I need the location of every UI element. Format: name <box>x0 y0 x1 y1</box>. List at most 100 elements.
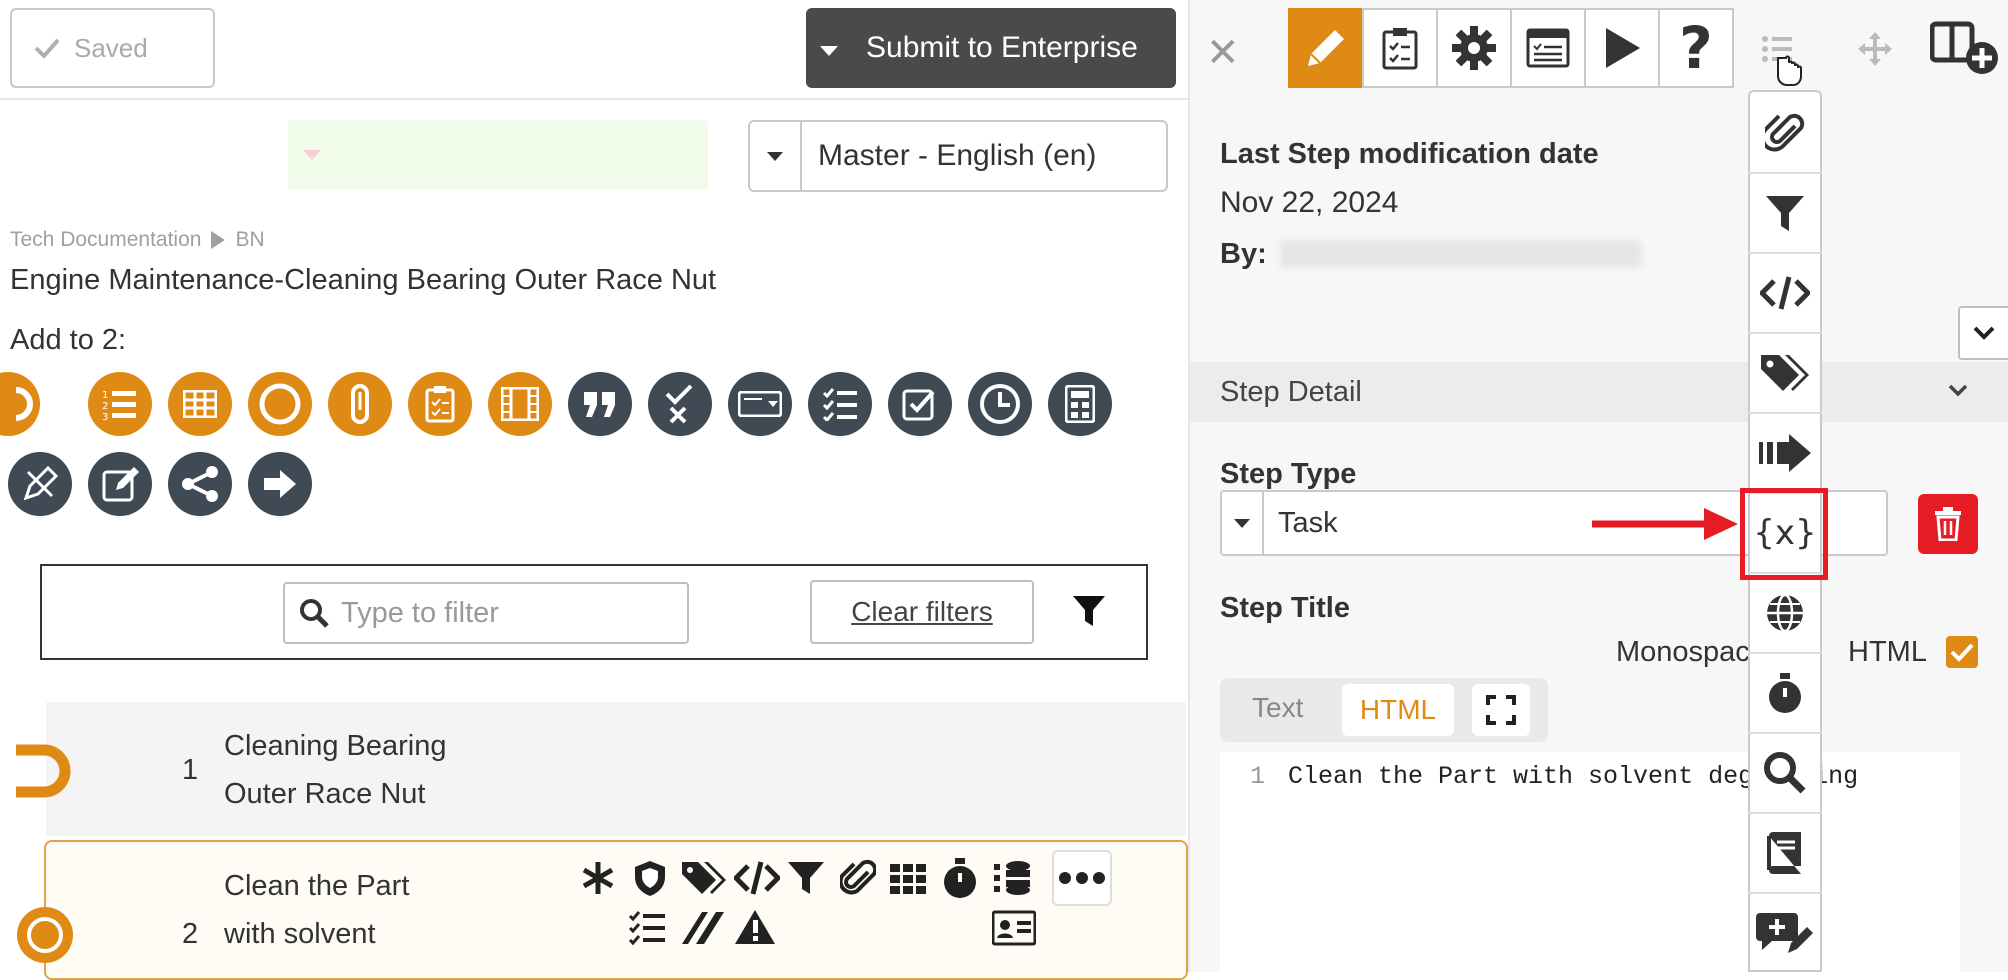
saved-button[interactable]: Saved <box>10 8 215 88</box>
branch-share-icon[interactable] <box>168 452 232 516</box>
checklist-clipboard-button[interactable] <box>1362 8 1438 88</box>
menu-item-book[interactable] <box>1748 814 1822 894</box>
play-button[interactable] <box>1584 8 1660 88</box>
step-half-circle-icon <box>14 740 76 802</box>
highlight-box <box>1740 488 1828 580</box>
table-icon[interactable] <box>168 372 232 436</box>
quote-icon[interactable] <box>568 372 632 436</box>
numbered-list-icon[interactable]: 123 <box>88 372 152 436</box>
menu-item-search[interactable] <box>1748 734 1822 814</box>
play-icon <box>1606 28 1640 68</box>
help-button[interactable]: ? <box>1658 8 1734 88</box>
section-title: Step Detail <box>1220 375 1362 408</box>
step-detail-header[interactable]: Step Detail <box>1190 362 2008 422</box>
warning-icon[interactable] <box>734 908 776 946</box>
clock-icon[interactable] <box>968 372 1032 436</box>
menu-item-timer[interactable] <box>1748 654 1822 734</box>
checkmark-icon <box>1950 643 1974 662</box>
stopwatch-icon[interactable] <box>940 856 980 900</box>
menu-item-attachment[interactable] <box>1748 94 1822 174</box>
book-icon <box>1767 832 1801 874</box>
menu-item-tags[interactable] <box>1748 334 1822 414</box>
breadcrumb-separator-icon <box>211 231 226 249</box>
pencil-icon <box>1308 30 1344 66</box>
dropdown-field-icon[interactable] <box>728 372 792 436</box>
search-icon <box>299 598 329 628</box>
edit-note-icon[interactable] <box>88 452 152 516</box>
submit-to-enterprise-button[interactable]: Submit to Enterprise <box>806 8 1176 88</box>
breadcrumb-parent[interactable]: Tech Documentation <box>10 228 201 252</box>
line-number: 1 <box>1250 762 1266 791</box>
tab-html[interactable]: HTML <box>1342 684 1454 736</box>
last-mod-date: Nov 22, 2024 <box>1220 186 1399 219</box>
database-list-icon[interactable] <box>992 858 1032 898</box>
step-title-label: Step Title <box>1220 592 1350 624</box>
pencil-ruler-icon[interactable] <box>8 452 72 516</box>
filter-input[interactable]: Type to filter <box>283 582 689 644</box>
id-card-icon[interactable] <box>992 910 1036 946</box>
monospace-label: Monospace <box>1616 636 1766 668</box>
document-view-button[interactable] <box>1510 8 1586 88</box>
step-number: 2 <box>182 918 199 950</box>
step-row[interactable] <box>46 702 1186 836</box>
language-select[interactable]: Master - English (en) <box>748 120 1168 192</box>
paperclip-icon <box>1765 113 1805 152</box>
step-half-circle-icon[interactable] <box>0 372 40 436</box>
chevron-down-icon[interactable] <box>1948 384 1968 398</box>
shield-icon[interactable] <box>630 858 670 898</box>
panel-toolbar: ? <box>1288 8 1734 88</box>
panel-divider[interactable] <box>1188 0 1190 972</box>
task-list-icon[interactable] <box>808 372 872 436</box>
more-dots-icon <box>1059 872 1105 884</box>
breadcrumb-child[interactable]: BN <box>235 228 264 252</box>
search-icon <box>1764 752 1806 794</box>
filter-placeholder: Type to filter <box>341 596 499 629</box>
clear-filters-button[interactable]: Clear filters <box>810 580 1034 644</box>
filter-icon[interactable] <box>786 858 826 898</box>
menu-item-filter[interactable] <box>1748 174 1822 254</box>
check-cross-icon[interactable] <box>648 372 712 436</box>
code-icon[interactable] <box>734 858 780 898</box>
svg-text:1: 1 <box>102 390 108 401</box>
circle-icon[interactable] <box>248 372 312 436</box>
delete-step-button[interactable] <box>1918 494 1978 554</box>
paperclip-icon[interactable] <box>840 858 876 898</box>
paperclip-link-icon[interactable] <box>328 372 392 436</box>
menu-item-add-comment[interactable] <box>1748 894 1822 974</box>
status-select[interactable] <box>288 120 708 190</box>
step-number: 1 <box>182 754 199 786</box>
add-panel-layout-icon[interactable] <box>1930 16 2002 78</box>
list-menu-icon[interactable] <box>1760 34 1806 88</box>
checkbox-icon[interactable] <box>888 372 952 436</box>
menu-item-next-arrow[interactable] <box>1748 414 1822 494</box>
menu-item-code[interactable] <box>1748 254 1822 334</box>
close-icon[interactable]: ✕ <box>1206 30 1240 76</box>
collapse-toggle-button[interactable] <box>1958 306 2008 360</box>
tags-icon[interactable] <box>680 858 726 898</box>
edit-pencil-button[interactable] <box>1288 8 1364 88</box>
filter-icon <box>1766 196 1804 231</box>
document-title: Engine Maintenance-Cleaning Bearing Oute… <box>10 264 717 296</box>
asterisk-icon[interactable] <box>578 858 618 898</box>
fullscreen-button[interactable] <box>1472 684 1530 736</box>
more-options-button[interactable] <box>1052 850 1112 906</box>
step-title: Clean the Part with solvent <box>224 870 410 950</box>
arrow-right-icon[interactable] <box>248 452 312 516</box>
chevron-down-icon <box>1973 326 1995 340</box>
menu-item-globe[interactable] <box>1748 574 1822 654</box>
checklist-clipboard-icon[interactable] <box>408 372 472 436</box>
author-blurred <box>1280 240 1642 268</box>
film-icon[interactable] <box>488 372 552 436</box>
move-arrows-icon[interactable] <box>1856 30 1894 68</box>
settings-button[interactable] <box>1436 8 1512 88</box>
status-caret-icon <box>303 150 321 160</box>
globe-icon <box>1767 593 1803 633</box>
task-list-icon[interactable] <box>628 910 668 946</box>
calculator-icon[interactable] <box>1048 372 1112 436</box>
by-label: By: <box>1220 238 1267 270</box>
slash-stripes-icon[interactable] <box>680 910 726 946</box>
grid-icon[interactable] <box>888 858 928 898</box>
html-checkbox[interactable] <box>1946 636 1978 668</box>
tab-text[interactable]: Text <box>1252 692 1303 724</box>
funnel-filter-icon[interactable] <box>1072 594 1106 628</box>
